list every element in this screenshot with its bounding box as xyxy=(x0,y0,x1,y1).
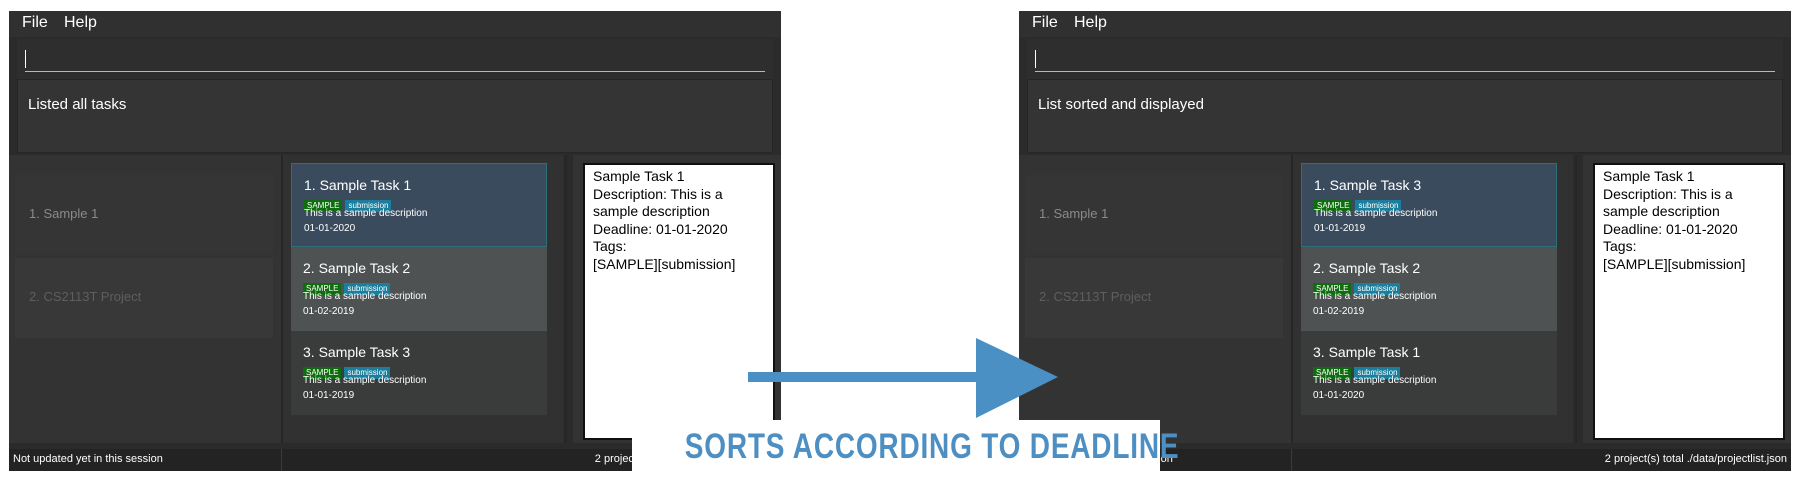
project-label: 2. CS2113T Project xyxy=(1039,289,1152,304)
menu-bar: File Help xyxy=(9,11,781,37)
task-tags: SAMPLE submission xyxy=(1314,195,1404,212)
result-text: Listed all tasks xyxy=(28,96,127,113)
detail-line: Description: This is a xyxy=(1603,185,1733,202)
caption-text: SORTS ACCORDING TO DEADLINE xyxy=(684,427,1180,466)
detail-line: [SAMPLE][submission] xyxy=(1603,255,1746,272)
detail-line: Tags: xyxy=(1603,238,1637,254)
task-name: 2. Sample Task 2 xyxy=(1313,260,1421,276)
project-list-panel: 1. Sample 1 2. CS2113T Project xyxy=(1019,155,1291,443)
task-list-panel: 1. Sample Task 3 SAMPLE submission This is … xyxy=(1293,155,1573,443)
status-separator xyxy=(1291,449,1292,471)
task-card[interactable]: 3. Sample Task 3 SAMPLE submission This is … xyxy=(291,331,547,415)
input-underline xyxy=(25,71,765,72)
detail-line: Description: This is a xyxy=(593,185,723,202)
app-window-before: File Help Listed all tasks 1. Sample 1 2… xyxy=(9,11,781,471)
input-underline xyxy=(1035,71,1775,72)
project-list-panel: 1. Sample 1 2. CS2113T Project xyxy=(9,155,281,443)
panel-divider xyxy=(565,155,567,443)
project-list-item[interactable]: 2. CS2113T Project xyxy=(15,258,273,338)
detail-line: [SAMPLE][submission] xyxy=(593,255,736,272)
task-list-panel: 1. Sample Task 1 SAMPLE submission This is … xyxy=(283,155,563,443)
app-window-after: File Help List sorted and displayed 1. S… xyxy=(1019,11,1791,471)
task-description: This is a sample description xyxy=(1313,291,1437,302)
project-list-item[interactable]: 1. Sample 1 xyxy=(15,175,273,255)
task-card[interactable]: 3. Sample Task 1 SAMPLE submission This is … xyxy=(1301,331,1557,415)
menu-file[interactable]: File xyxy=(22,14,48,32)
caption-box: SORTS ACCORDING TO DEADLINE xyxy=(632,420,1180,481)
task-deadline: 01-01-2020 xyxy=(1313,390,1365,401)
task-card[interactable]: 2. Sample Task 2 SAMPLE submission This is … xyxy=(291,247,547,331)
task-name: 3. Sample Task 3 xyxy=(303,344,411,360)
task-name: 1. Sample Task 1 xyxy=(304,177,412,193)
detail-line: Deadline: 01-01-2020 xyxy=(593,220,728,237)
task-description: This is a sample description xyxy=(303,291,427,302)
task-name: 2. Sample Task 2 xyxy=(303,260,411,276)
project-list-item[interactable]: 2. CS2113T Project xyxy=(1025,258,1283,338)
detail-line: Sample Task 1 xyxy=(593,168,685,184)
task-description: This is a sample description xyxy=(304,208,428,219)
detail-line: sample description xyxy=(593,203,710,219)
menu-help[interactable]: Help xyxy=(1074,14,1107,32)
task-tags: SAMPLE submission xyxy=(303,278,393,295)
menu-file[interactable]: File xyxy=(1032,14,1058,32)
result-display: List sorted and displayed xyxy=(1027,79,1783,153)
detail-line: Sample Task 1 xyxy=(1603,168,1695,184)
task-card[interactable]: 2. Sample Task 2 SAMPLE submission This is … xyxy=(1301,247,1557,331)
task-card[interactable]: 1. Sample Task 3 SAMPLE submission This is … xyxy=(1301,163,1557,247)
project-label: 1. Sample 1 xyxy=(29,206,99,221)
result-display: Listed all tasks xyxy=(17,79,773,153)
project-list-item[interactable]: 1. Sample 1 xyxy=(1025,175,1283,255)
task-tags: SAMPLE submission xyxy=(304,195,394,212)
task-deadline: 01-01-2019 xyxy=(1314,223,1366,234)
task-deadline: 01-02-2019 xyxy=(1313,306,1365,317)
task-detail-panel: Sample Task 1 Description: This is a sampl… xyxy=(1583,155,1791,443)
task-deadline: 01-01-2019 xyxy=(303,390,355,401)
command-input[interactable] xyxy=(17,39,773,81)
text-caret xyxy=(1035,50,1036,68)
detail-line: Deadline: 01-01-2020 xyxy=(1603,220,1738,237)
result-text: List sorted and displayed xyxy=(1038,96,1204,113)
task-tags: SAMPLE submission xyxy=(1313,362,1403,379)
task-description: This is a sample description xyxy=(303,375,427,386)
menu-help[interactable]: Help xyxy=(64,14,97,32)
status-separator xyxy=(281,449,282,471)
task-deadline: 01-01-2020 xyxy=(304,223,356,234)
right-arrow-icon xyxy=(748,338,1058,418)
text-caret xyxy=(25,50,26,68)
menu-bar: File Help xyxy=(1019,11,1791,37)
task-deadline: 01-02-2019 xyxy=(303,306,355,317)
detail-line: Tags: xyxy=(593,238,627,254)
project-label: 2. CS2113T Project xyxy=(29,289,142,304)
task-detail-box: Sample Task 1 Description: This is a sampl… xyxy=(583,163,775,440)
project-label: 1. Sample 1 xyxy=(1039,206,1109,221)
task-tags: SAMPLE submission xyxy=(1313,278,1403,295)
task-name: 3. Sample Task 1 xyxy=(1313,344,1421,360)
status-file-path: 2 project(s) total ./data/projectlist.js… xyxy=(1604,453,1787,465)
panel-divider xyxy=(1575,155,1577,443)
task-tags: SAMPLE submission xyxy=(303,362,393,379)
status-sync-text: Not updated yet in this session xyxy=(13,453,163,465)
task-description: This is a sample description xyxy=(1314,208,1438,219)
task-name: 1. Sample Task 3 xyxy=(1314,177,1422,193)
detail-line: sample description xyxy=(1603,203,1720,219)
task-card[interactable]: 1. Sample Task 1 SAMPLE submission This is … xyxy=(291,163,547,247)
task-detail-box: Sample Task 1 Description: This is a sampl… xyxy=(1593,163,1785,440)
command-input[interactable] xyxy=(1027,39,1783,81)
task-description: This is a sample description xyxy=(1313,375,1437,386)
